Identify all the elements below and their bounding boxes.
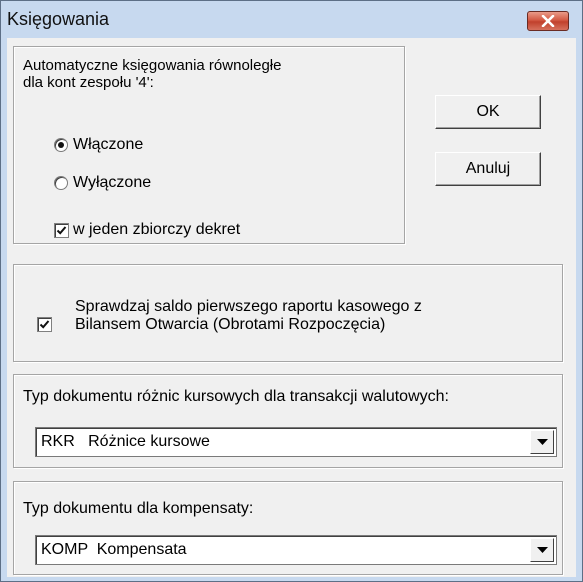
radio-enabled[interactable] bbox=[54, 138, 68, 152]
exchange-diff-dropdown-button[interactable] bbox=[530, 430, 554, 454]
chevron-down-icon bbox=[537, 547, 548, 553]
dialog-window: Księgowania Automatyczne księgowania rów… bbox=[0, 0, 583, 582]
compensation-select[interactable]: KOMP Kompensata bbox=[35, 535, 557, 565]
exchange-diff-select[interactable]: RKR Różnice kursowe bbox=[35, 427, 557, 457]
exchange-diff-value: RKR Różnice kursowe bbox=[41, 433, 210, 450]
radio-disabled-label[interactable]: Wyłączone bbox=[73, 174, 151, 192]
single-entry-checkbox[interactable] bbox=[54, 223, 69, 238]
window-title: Księgowania bbox=[7, 9, 110, 29]
cash-report-checkbox[interactable] bbox=[37, 317, 52, 332]
radio-enabled-label[interactable]: Włączone bbox=[73, 136, 143, 154]
auto-posting-label-line1: Automatyczne księgowania równoległe bbox=[23, 57, 282, 74]
exchange-diff-label: Typ dokumentu różnic kursowych dla trans… bbox=[23, 388, 449, 405]
radio-disabled[interactable] bbox=[54, 176, 68, 190]
single-entry-label[interactable]: w jeden zbiorczy dekret bbox=[73, 221, 240, 239]
compensation-label: Typ dokumentu dla kompensaty: bbox=[23, 500, 254, 517]
auto-posting-label-line2: dla kont zespołu '4': bbox=[23, 74, 154, 91]
cash-report-label-line1[interactable]: Sprawdzaj saldo pierwszego raportu kasow… bbox=[75, 298, 422, 316]
ok-button[interactable]: OK bbox=[435, 95, 541, 129]
close-icon bbox=[541, 15, 555, 27]
cancel-button[interactable]: Anuluj bbox=[435, 152, 541, 186]
compensation-value: KOMP Kompensata bbox=[41, 541, 187, 558]
chevron-down-icon bbox=[537, 439, 548, 445]
radio-selected-dot bbox=[58, 142, 64, 148]
dialog-client-area: Automatyczne księgowania równoległe dla … bbox=[7, 38, 576, 577]
close-button[interactable] bbox=[527, 11, 569, 31]
title-bar[interactable]: Księgowania bbox=[1, 1, 582, 39]
checkmark-icon bbox=[56, 226, 67, 235]
cash-report-label-line2[interactable]: Bilansem Otwarcia (Obrotami Rozpoczęcia) bbox=[75, 316, 385, 334]
compensation-dropdown-button[interactable] bbox=[530, 538, 554, 562]
checkmark-icon bbox=[39, 320, 50, 329]
